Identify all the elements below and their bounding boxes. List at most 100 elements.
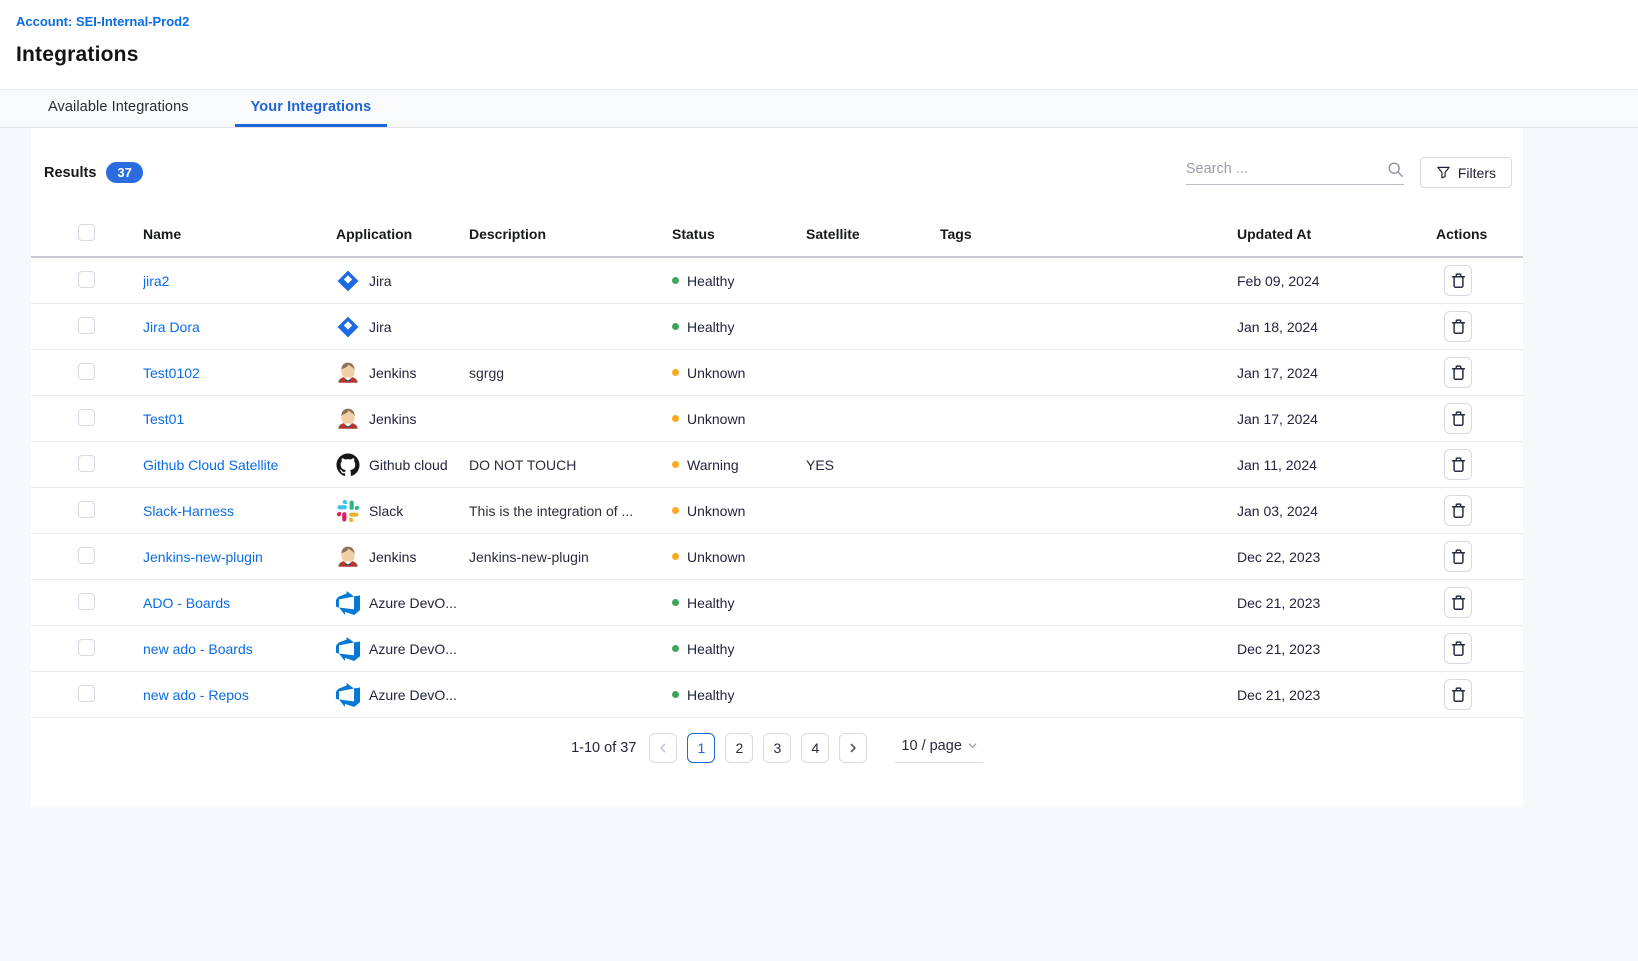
next-page-button[interactable] [839, 733, 867, 763]
row-checkbox[interactable] [78, 363, 95, 380]
table-header-row: Name Application Description Status Sate… [31, 212, 1523, 258]
integrations-panel: Results 37 Filters Name Application Desc… [31, 128, 1523, 807]
delete-button[interactable] [1444, 403, 1472, 434]
delete-button[interactable] [1444, 495, 1472, 526]
delete-button[interactable] [1444, 265, 1472, 296]
prev-page-button[interactable] [649, 733, 677, 763]
delete-button[interactable] [1444, 449, 1472, 480]
integration-name-link[interactable]: Slack-Harness [143, 503, 234, 519]
row-checkbox[interactable] [78, 593, 95, 610]
filter-funnel-icon [1436, 165, 1451, 180]
azure-devops-icon [336, 637, 360, 661]
updated-at-value: Jan 11, 2024 [1237, 457, 1436, 473]
jira-icon [336, 269, 360, 293]
trash-icon [1451, 456, 1466, 473]
column-header-tags: Tags [940, 226, 1237, 242]
trash-icon [1451, 686, 1466, 703]
account-link[interactable]: Account: SEI-Internal-Prod2 [16, 14, 189, 29]
page-size-select[interactable]: 10 / page [895, 734, 982, 763]
row-checkbox[interactable] [78, 271, 95, 288]
row-checkbox[interactable] [78, 639, 95, 656]
trash-icon [1451, 318, 1466, 335]
delete-button[interactable] [1444, 633, 1472, 664]
trash-icon [1451, 272, 1466, 289]
delete-button[interactable] [1444, 357, 1472, 388]
table-row: ADO - Boards Azure DevO... Healthy Dec 2… [31, 580, 1523, 626]
results-count-badge: 37 [106, 162, 142, 183]
status-label: Healthy [687, 687, 734, 703]
column-header-updated-at: Updated At [1237, 226, 1436, 242]
status-label: Healthy [687, 641, 734, 657]
integration-name-link[interactable]: ADO - Boards [143, 595, 230, 611]
chevron-down-icon [968, 741, 977, 750]
row-checkbox[interactable] [78, 455, 95, 472]
column-header-satellite: Satellite [806, 226, 940, 242]
application-name: Azure DevO... [369, 641, 457, 657]
application-name: Slack [369, 503, 403, 519]
status-dot [672, 415, 679, 422]
page-button-2[interactable]: 2 [725, 733, 753, 763]
results-label: Results [44, 165, 96, 181]
tab-your-integrations[interactable]: Your Integrations [235, 90, 388, 127]
page-button-3[interactable]: 3 [763, 733, 791, 763]
application-name: Jenkins [369, 365, 416, 381]
table-row: new ado - Boards Azure DevO... Healthy D… [31, 626, 1523, 672]
integration-name-link[interactable]: new ado - Boards [143, 641, 253, 657]
status-dot [672, 645, 679, 652]
integration-name-link[interactable]: Jira Dora [143, 319, 200, 335]
tab-bar: Available Integrations Your Integrations [0, 90, 1638, 128]
integration-name-link[interactable]: Test01 [143, 411, 184, 427]
updated-at-value: Dec 21, 2023 [1237, 641, 1436, 657]
integration-name-link[interactable]: new ado - Repos [143, 687, 249, 703]
delete-button[interactable] [1444, 311, 1472, 342]
chevron-left-icon [658, 743, 668, 753]
application-name: Jenkins [369, 411, 416, 427]
row-checkbox[interactable] [78, 501, 95, 518]
satellite-value: YES [806, 457, 940, 473]
status-label: Unknown [687, 549, 745, 565]
jira-icon [336, 315, 360, 339]
integration-name-link[interactable]: Test0102 [143, 365, 200, 381]
delete-button[interactable] [1444, 587, 1472, 618]
delete-button[interactable] [1444, 541, 1472, 572]
delete-button[interactable] [1444, 679, 1472, 710]
integration-name-link[interactable]: jira2 [143, 273, 169, 289]
jenkins-icon [336, 545, 360, 569]
integration-name-link[interactable]: Jenkins-new-plugin [143, 549, 263, 565]
table-row: Test01 Jenkins Unknown Jan 17, 2024 [31, 396, 1523, 442]
application-name: Azure DevO... [369, 687, 457, 703]
trash-icon [1451, 548, 1466, 565]
pagination: 1-10 of 37 1234 10 / page [31, 732, 1523, 764]
table-row: Slack-Harness Slack This is the integrat… [31, 488, 1523, 534]
status-label: Warning [687, 457, 739, 473]
column-header-application: Application [336, 226, 469, 242]
status-dot [672, 507, 679, 514]
search-input[interactable] [1186, 161, 1387, 177]
application-name: Jenkins [369, 549, 416, 565]
page-button-4[interactable]: 4 [801, 733, 829, 763]
status-label: Unknown [687, 411, 745, 427]
row-checkbox[interactable] [78, 547, 95, 564]
select-all-checkbox[interactable] [78, 224, 95, 241]
filters-button[interactable]: Filters [1420, 157, 1512, 188]
status-dot [672, 461, 679, 468]
column-header-name: Name [143, 226, 336, 242]
row-checkbox[interactable] [78, 409, 95, 426]
chevron-right-icon [848, 743, 858, 753]
page-buttons: 1234 [687, 733, 829, 763]
search-icon [1387, 161, 1404, 178]
tab-available-integrations[interactable]: Available Integrations [32, 90, 205, 127]
integrations-table: Name Application Description Status Sate… [31, 212, 1523, 718]
page-button-1[interactable]: 1 [687, 733, 715, 763]
status-dot [672, 277, 679, 284]
updated-at-value: Dec 21, 2023 [1237, 687, 1436, 703]
slack-icon [336, 499, 360, 523]
azure-devops-icon [336, 591, 360, 615]
application-name: Jira [369, 273, 392, 289]
integration-name-link[interactable]: Github Cloud Satellite [143, 457, 278, 473]
table-row: jira2 Jira Healthy Feb 09, 2024 [31, 258, 1523, 304]
row-checkbox[interactable] [78, 317, 95, 334]
jenkins-icon [336, 361, 360, 385]
row-checkbox[interactable] [78, 685, 95, 702]
table-row: Test0102 Jenkins sgrgg Unknown Jan 17, 2… [31, 350, 1523, 396]
